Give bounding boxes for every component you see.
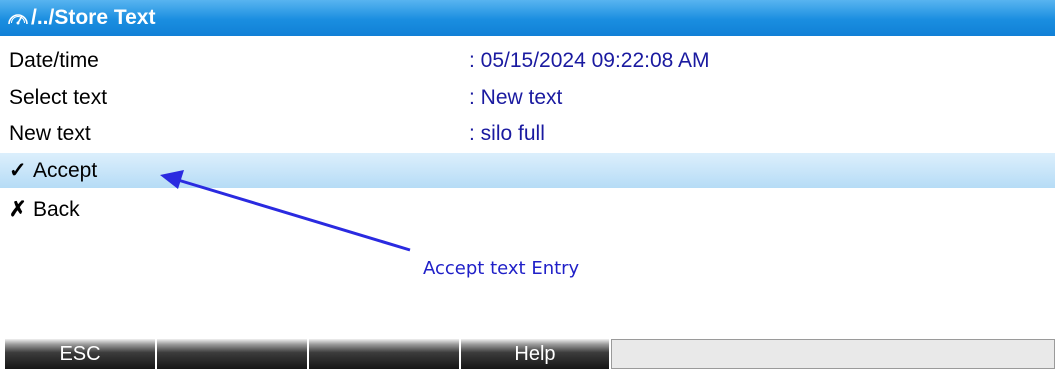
softkey-2[interactable] (157, 339, 309, 369)
esc-softkey[interactable]: ESC (5, 339, 157, 369)
annotation-text: Accept text Entry (423, 258, 580, 279)
help-softkey[interactable]: Help (461, 339, 611, 369)
status-panel (611, 339, 1055, 369)
annotation-arrow (160, 170, 411, 252)
softkey-3[interactable] (309, 339, 461, 369)
